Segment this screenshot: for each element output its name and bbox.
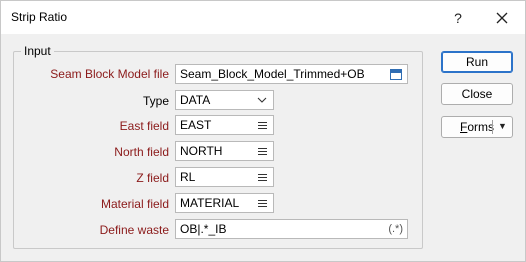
strip-ratio-dialog: Strip Ratio ? Input Seam Block Model fil… xyxy=(0,0,526,262)
east-field-value: EAST xyxy=(180,118,212,132)
seam-block-model-file-label: Seam Block Model file xyxy=(50,67,169,81)
north-field-value: NORTH xyxy=(180,144,223,158)
seam-block-model-file-value: Seam_Block_Model_Trimmed+OB xyxy=(180,67,365,81)
list-menu-icon[interactable] xyxy=(254,144,270,158)
title-bar: Strip Ratio ? xyxy=(1,1,525,34)
material-field-input[interactable]: MATERIAL xyxy=(175,193,274,213)
material-field-value: MATERIAL xyxy=(180,196,240,210)
input-group-label: Input xyxy=(21,44,54,58)
type-dropdown[interactable]: DATA xyxy=(175,90,274,110)
north-field-label: North field xyxy=(114,145,169,159)
z-field-value: RL xyxy=(180,170,196,184)
list-menu-icon[interactable] xyxy=(254,118,270,132)
define-waste-input[interactable]: OB|.*_IB (.*) xyxy=(175,219,408,239)
dialog-title: Strip Ratio xyxy=(11,10,68,24)
run-button[interactable]: Run xyxy=(441,51,513,73)
z-field-input[interactable]: RL xyxy=(175,167,274,187)
run-button-label: Run xyxy=(465,55,488,69)
north-field-input[interactable]: NORTH xyxy=(175,141,274,161)
forms-button[interactable]: Forms ▼ xyxy=(441,116,513,138)
forms-button-label: Forms xyxy=(460,120,495,134)
east-field-label: East field xyxy=(119,119,169,133)
chevron-down-icon xyxy=(254,93,270,107)
material-field-label: Material field xyxy=(100,197,169,211)
list-menu-icon[interactable] xyxy=(254,170,270,184)
close-button-label: Close xyxy=(461,87,493,101)
dropdown-arrow-icon[interactable]: ▼ xyxy=(498,121,507,131)
close-icon xyxy=(496,12,508,23)
close-button[interactable]: Close xyxy=(441,83,513,105)
seam-block-model-file-input[interactable]: Seam_Block_Model_Trimmed+OB xyxy=(175,64,408,84)
close-window-button[interactable] xyxy=(482,1,522,34)
type-value: DATA xyxy=(180,93,211,107)
forms-separator xyxy=(492,120,493,134)
define-waste-label: Define waste xyxy=(99,223,169,237)
help-icon: ? xyxy=(454,9,462,26)
regex-marker: (.*) xyxy=(388,223,403,235)
type-label: Type xyxy=(142,94,169,108)
east-field-input[interactable]: EAST xyxy=(175,115,274,135)
browse-file-icon[interactable] xyxy=(388,67,404,81)
help-button[interactable]: ? xyxy=(438,1,478,34)
z-field-label: Z field xyxy=(136,171,169,185)
list-menu-icon[interactable] xyxy=(254,196,270,210)
define-waste-value: OB|.*_IB xyxy=(180,222,227,236)
